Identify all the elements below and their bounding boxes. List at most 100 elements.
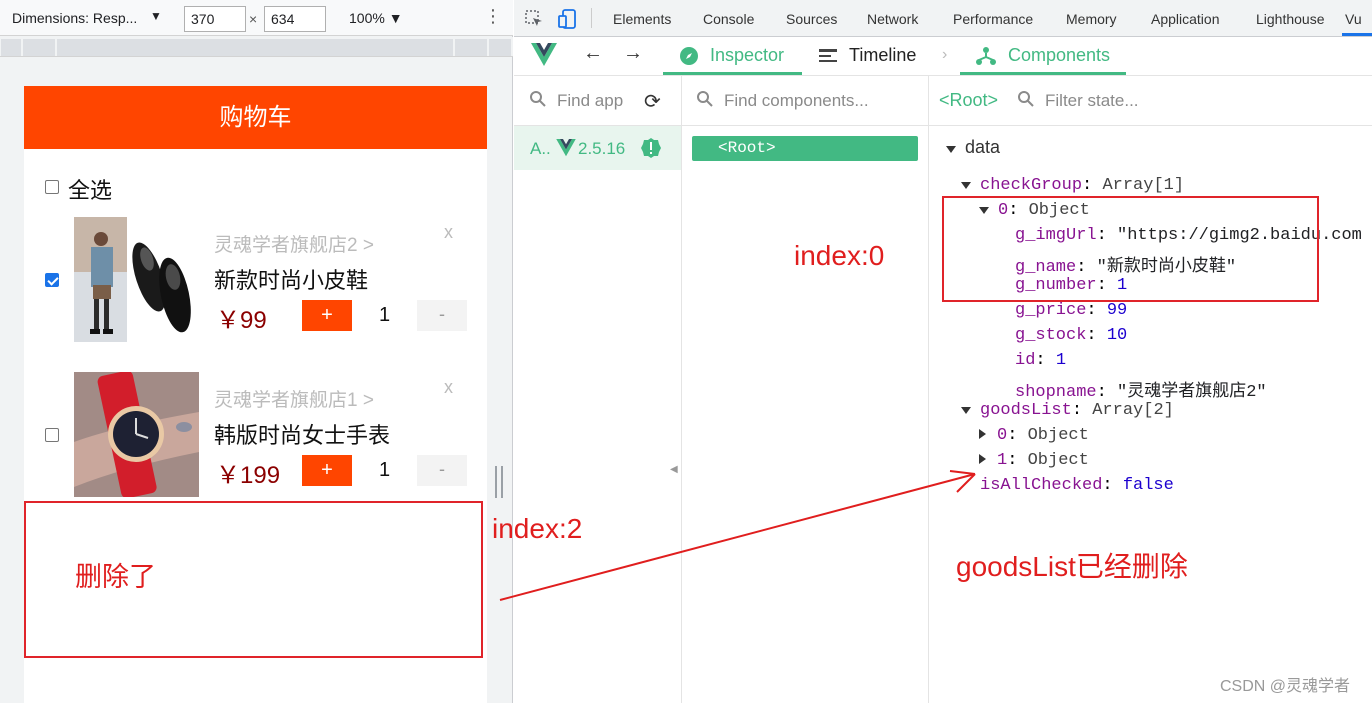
state-row-isallchecked[interactable]: isAllChecked: false: [980, 476, 1174, 495]
state-section-data[interactable]: data: [946, 137, 1000, 158]
collapse-left-icon[interactable]: ◀: [670, 464, 678, 475]
state-key: checkGroup: [980, 176, 1083, 195]
annotation-index0: index:0: [794, 240, 885, 271]
state-value: "灵魂学者旗舰店2": [1117, 383, 1267, 402]
shop-name[interactable]: 灵魂学者旗舰店2 >: [214, 230, 374, 257]
resize-handle[interactable]: [495, 466, 503, 498]
goods-price: ￥99: [216, 307, 267, 334]
tab-memory[interactable]: Memory: [1066, 11, 1117, 27]
state-value: 10: [1106, 326, 1128, 345]
delete-button[interactable]: x: [444, 377, 453, 398]
state-value: Array[2]: [1092, 401, 1174, 420]
forward-arrow-icon[interactable]: →: [623, 42, 643, 65]
state-value: Object: [1027, 451, 1089, 470]
search-icon: [529, 90, 547, 113]
state-key: 1: [997, 451, 1008, 470]
minus-button[interactable]: -: [417, 455, 467, 486]
state-key: shopname: [1015, 383, 1097, 402]
state-key: g_stock: [1015, 326, 1087, 345]
media-query-ruler: [0, 37, 513, 57]
cart-header: 购物车: [24, 86, 487, 149]
find-components-input[interactable]: Find components...: [724, 91, 869, 111]
quantity-value: 1: [379, 459, 391, 481]
state-row-field[interactable]: shopname: "灵魂学者旗舰店2": [1015, 376, 1267, 402]
dimensions-dropdown[interactable]: Dimensions: Resp...: [12, 10, 137, 26]
select-all-checkbox[interactable]: [45, 180, 59, 194]
state-value: 1: [1055, 351, 1067, 370]
refresh-icon[interactable]: ⟳: [644, 89, 661, 114]
annotation-deleted: 删除了: [75, 562, 156, 592]
state-row-field[interactable]: g_stock: 10: [1015, 326, 1127, 345]
tab-elements[interactable]: Elements: [613, 11, 671, 27]
times-sign: ×: [249, 11, 258, 27]
state-row-field[interactable]: id: 1: [1015, 351, 1066, 370]
quantity-value: 1: [379, 304, 391, 326]
width-input[interactable]: [184, 6, 246, 32]
state-value: false: [1122, 476, 1174, 495]
delete-button[interactable]: x: [444, 222, 453, 243]
chevron-down-icon[interactable]: ▼: [150, 9, 162, 23]
tab-timeline[interactable]: Timeline: [849, 45, 916, 66]
breadcrumb-chevron-icon: ›: [942, 46, 948, 63]
vue-inspector-columns: Find app ⟳ A.. 2.5.16 ◀ Find components.…: [514, 76, 1372, 703]
state-row-checkgroup[interactable]: checkGroup: Array[1]: [961, 176, 1184, 195]
state-row-goodslist-0[interactable]: 0: Object: [979, 426, 1089, 445]
annotation-index2: index:2: [492, 513, 583, 544]
vue-logo-icon: [556, 139, 576, 162]
watermark: CSDN @灵魂学者: [1220, 678, 1351, 695]
vue-version: 2.5.16: [578, 139, 626, 158]
compass-icon: [679, 46, 699, 71]
tab-sources[interactable]: Sources: [786, 11, 837, 27]
selected-component-breadcrumb: <Root>: [939, 90, 999, 110]
tab-components[interactable]: Components: [1008, 45, 1110, 66]
filter-state-input[interactable]: Filter state...: [1045, 91, 1139, 111]
tab-network[interactable]: Network: [867, 11, 918, 27]
state-row-goodslist[interactable]: goodsList: Array[2]: [961, 401, 1174, 420]
root-component-node[interactable]: <Root>: [692, 136, 918, 161]
item-checkbox[interactable]: [45, 428, 59, 442]
state-key: id: [1015, 351, 1036, 370]
devtools-tabbar: Elements Console Sources Network Perform…: [514, 0, 1372, 37]
plus-button[interactable]: +: [302, 455, 352, 486]
find-apps-input[interactable]: Find app: [557, 91, 623, 111]
annotation-goodslist-deleted: goodsList已经删除: [956, 551, 1188, 582]
tab-application[interactable]: Application: [1151, 11, 1220, 27]
goods-name: 韩版时尚女士手表: [214, 423, 391, 448]
tab-lighthouse[interactable]: Lighthouse: [1256, 11, 1325, 27]
inspect-element-icon[interactable]: [524, 9, 544, 32]
tab-inspector[interactable]: Inspector: [710, 45, 784, 66]
select-all-label: 全选: [68, 178, 113, 203]
state-key: isAllChecked: [980, 476, 1103, 495]
tab-console[interactable]: Console: [703, 11, 754, 27]
app-name: A..: [530, 139, 551, 158]
highlight-box-object0: [942, 196, 1319, 302]
search-icon: [1017, 90, 1035, 113]
back-arrow-icon[interactable]: ←: [583, 42, 603, 65]
zoom-value: 100%: [349, 10, 385, 26]
search-icon: [696, 90, 714, 113]
state-key: goodsList: [980, 401, 1072, 420]
components-icon: [975, 46, 997, 71]
device-toolbar: Dimensions: Resp... ▼ × 100% ▼ ⋮: [0, 0, 513, 36]
state-row-goodslist-1[interactable]: 1: Object: [979, 451, 1089, 470]
vue-devtools-toolbar: ← → Inspector Timeline › Components: [514, 37, 1372, 76]
timeline-icon: [818, 47, 838, 70]
item-checkbox[interactable]: [45, 273, 59, 287]
goods-price: ￥199: [216, 462, 281, 489]
state-row-field[interactable]: g_price: 99: [1015, 301, 1127, 320]
warning-badge-icon: [640, 137, 662, 164]
state-key: g_price: [1015, 301, 1087, 320]
shoes-product-image: [127, 217, 199, 342]
device-toggle-icon[interactable]: [557, 8, 579, 33]
height-input[interactable]: [264, 6, 326, 32]
plus-button[interactable]: +: [302, 300, 352, 331]
minus-button[interactable]: -: [417, 300, 467, 331]
shop-name[interactable]: 灵魂学者旗舰店1 >: [214, 385, 374, 412]
tab-vue[interactable]: Vu: [1345, 11, 1362, 27]
app-list-item[interactable]: A.. 2.5.16: [514, 126, 681, 170]
watch-product-image: [74, 372, 199, 497]
more-options-icon[interactable]: ⋮: [484, 6, 502, 27]
zoom-dropdown[interactable]: 100% ▼: [349, 10, 403, 26]
shoes-image: [74, 217, 127, 342]
tab-performance[interactable]: Performance: [953, 11, 1033, 27]
